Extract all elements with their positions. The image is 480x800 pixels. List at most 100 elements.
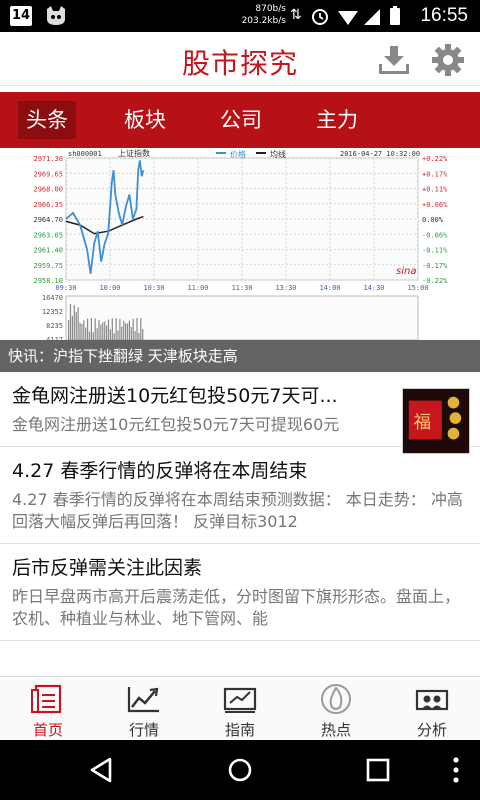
volume-bar [130, 327, 132, 340]
volume-bar [69, 304, 72, 340]
volume-bar [117, 330, 119, 340]
volume-bar [136, 318, 138, 340]
news-summary: 4.27 春季行情的反弹将在本周结束预测数据： 本日走势： 冲高回落大幅反弹后再… [12, 490, 463, 531]
system-navigation-bar [0, 740, 480, 800]
chart-index-name: 上证指数 [118, 148, 150, 158]
volume-bar [88, 331, 91, 340]
wifi-icon [338, 11, 358, 25]
news-summary: 金龟网注册送10元红包投50元7天可提现60元 [12, 415, 340, 434]
volume-bar [125, 323, 127, 340]
news-title: 后市反弹需关注此因素 [12, 557, 203, 579]
volume-bar [92, 332, 94, 340]
recents-icon[interactable] [362, 754, 394, 786]
volume-bar [100, 324, 102, 340]
nav-label: 分析 [416, 721, 447, 739]
volume-bar [87, 318, 89, 340]
news-summary: 昨日早盘两市高开后震荡走低，分时图留下旗形形态。盘面上，农机、种植业与林业、地下… [12, 587, 461, 628]
nav-analysis[interactable]: 分析 [384, 677, 480, 741]
category-tab-bar: 头条 板块 公司 主力 [0, 92, 480, 148]
volume-bar [113, 333, 115, 340]
volume-bar [140, 318, 142, 340]
volume-bar [94, 318, 96, 340]
flash-news-ticker[interactable]: 快讯：沪指下挫翻绿 天津板块走高 [0, 340, 480, 372]
volume-bar [68, 320, 70, 340]
trend-chart-icon [127, 687, 159, 713]
percent-tick-label: +0.06% [422, 201, 448, 209]
nav-hotspot[interactable]: 热点 [288, 677, 384, 741]
volume-bar [119, 318, 121, 340]
volume-bar [109, 329, 111, 340]
volume-tick-label: 8235 [46, 322, 63, 330]
time-tick-label: 09:30 [55, 284, 76, 292]
network-speed: 870b/s 203.2kb/s [241, 4, 286, 26]
system-status-icons [312, 6, 400, 25]
analysis-icon [415, 689, 449, 711]
list-item[interactable]: 4.27 春季行情的反弹将在本周结束 4.27 春季行情的反弹将在本周结束预测数… [0, 447, 480, 544]
tab-sectors[interactable]: 板块 [114, 101, 176, 139]
volume-bar [96, 328, 98, 340]
time-tick-label: 10:30 [143, 284, 164, 292]
back-icon[interactable] [86, 754, 118, 786]
volume-bar [128, 320, 130, 340]
data-transfer-icon: ⇅ [290, 7, 302, 23]
time-tick-label: 15:00 [407, 284, 428, 292]
home-icon[interactable] [224, 754, 256, 786]
flame-icon [321, 684, 351, 714]
price-tick-label: 2971.30 [33, 155, 63, 163]
percent-tick-label: -0.17% [422, 262, 448, 270]
volume-bar [83, 320, 85, 340]
svg-text:福: 福 [414, 413, 431, 433]
nav-home[interactable]: 首页 [0, 677, 96, 741]
price-tick-label: 2961.40 [33, 247, 63, 255]
legend-avg: 均线 [270, 149, 286, 159]
volume-tick-label: 12352 [42, 308, 63, 316]
volume-bar [126, 323, 129, 340]
nav-label: 行情 [128, 721, 159, 739]
volume-bar [79, 322, 81, 340]
volume-bar [85, 327, 87, 340]
battery-icon [390, 6, 400, 25]
volume-bar [104, 321, 106, 340]
nav-label: 首页 [32, 721, 63, 739]
volume-bar [81, 324, 83, 340]
volume-bar [71, 315, 73, 340]
chart-datetime: 2016-04-27 10:32:00 [340, 150, 420, 158]
cat-app-icon [47, 6, 65, 25]
volume-bar [111, 318, 113, 340]
tab-companies[interactable]: 公司 [210, 101, 272, 139]
notification-badge: 14 [10, 6, 32, 26]
volume-tick-label: 16470 [42, 294, 63, 302]
intraday-chart: 2971.30 2969.65 2968.00 2966.35 2964.70 2963.… [0, 148, 480, 340]
tab-headlines[interactable]: 头条 [18, 101, 76, 139]
volume-bar [107, 319, 110, 340]
percent-tick-label: +0.22% [422, 155, 448, 163]
fu-red-envelope-image: 福 [402, 388, 470, 454]
home-doc-icon [31, 684, 62, 714]
percent-tick-label: 0.00% [422, 216, 444, 224]
volume-bar [121, 326, 123, 340]
nav-market[interactable]: 行情 [96, 677, 192, 741]
tab-main-force[interactable]: 主力 [306, 101, 368, 139]
nav-guide[interactable]: 指南 [192, 677, 288, 741]
volume-bar [142, 328, 144, 340]
time-tick-label: 14:00 [319, 284, 340, 292]
menu-overflow-icon[interactable] [440, 754, 472, 786]
volume-bar [73, 305, 75, 340]
signal-icon [364, 9, 380, 25]
price-tick-label: 2968.00 [33, 186, 63, 194]
time-tick-label: 11:30 [231, 284, 252, 292]
list-item[interactable]: 后市反弹需关注此因素 昨日早盘两市高开后震荡走低，分时图留下旗形形态。盘面上，农… [0, 544, 480, 641]
volume-bar [106, 325, 108, 340]
volume-bar [75, 312, 77, 340]
volume-bar [134, 330, 136, 340]
alarm-icon [312, 9, 328, 25]
volume-bar [138, 332, 140, 340]
download-icon[interactable] [376, 44, 412, 76]
price-tick-label: 2966.35 [33, 201, 63, 209]
volume-bar [90, 318, 92, 340]
list-item[interactable]: 金龟网注册送10元红包投50元7天可... 金龟网注册送10元红包投50元7天可… [0, 372, 480, 454]
percent-tick-label: +0.17% [422, 170, 448, 178]
market-chart-banner[interactable]: 2971.30 2969.65 2968.00 2966.35 2964.70 2963.… [0, 148, 480, 372]
settings-gear-icon[interactable] [430, 42, 466, 78]
time-tick-label: 14:30 [363, 284, 384, 292]
